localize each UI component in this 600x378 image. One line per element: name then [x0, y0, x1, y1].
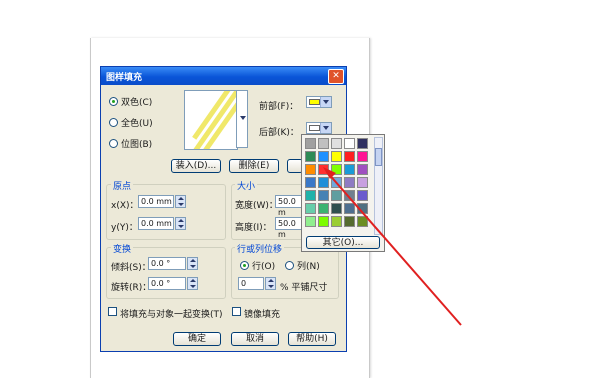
annotation-overlay	[323, 167, 462, 326]
annotation-arrow-head	[323, 167, 336, 179]
annotation-arrow-line	[326, 171, 462, 326]
